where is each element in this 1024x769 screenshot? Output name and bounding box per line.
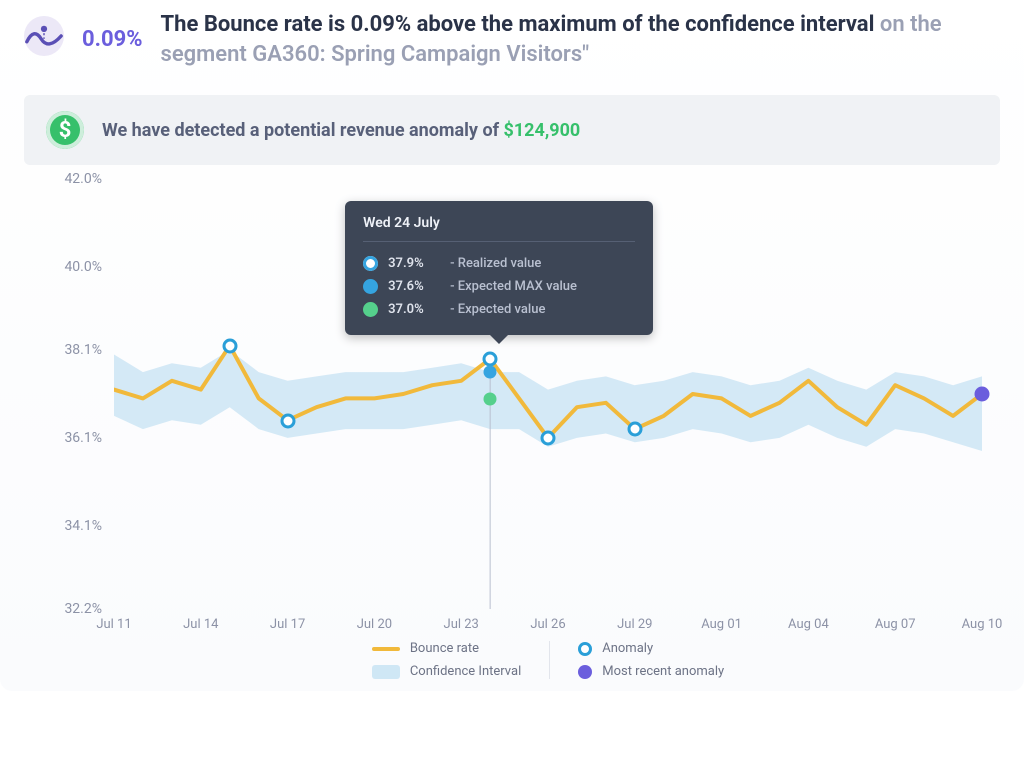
tooltip-value: 37.0% <box>388 302 440 317</box>
x-tick: Jul 23 <box>444 617 479 632</box>
anomaly-card: 0.09% The Bounce rate is 0.09% above the… <box>0 0 1024 691</box>
tooltip-label: - Realized value <box>450 256 541 271</box>
legend: Bounce rate Confidence Interval Anomaly … <box>114 641 982 679</box>
y-tick: 40.0% <box>64 259 102 275</box>
bounce-icon <box>24 16 64 56</box>
alert-prefix: We have detected a potential revenue ano… <box>102 120 504 141</box>
y-axis: 42.0%40.0%38.1%36.1%34.1%32.2% <box>24 179 114 609</box>
x-axis: Jul 11Jul 14Jul 17Jul 20Jul 23Jul 26Jul … <box>114 609 982 639</box>
alert-amount: $124,900 <box>504 120 581 141</box>
y-tick: 36.1% <box>64 430 102 446</box>
recent-anomaly-marker[interactable] <box>975 387 990 402</box>
tooltip-row: 37.6% - Expected MAX value <box>363 275 635 298</box>
headline: The Bounce rate is 0.09% above the maxim… <box>161 10 1000 69</box>
header: 0.09% The Bounce rate is 0.09% above the… <box>24 10 1000 69</box>
plot-area[interactable]: Wed 24 July 37.9% - Realized value 37.6% - E… <box>114 179 982 609</box>
tooltip-row: 37.0% - Expected value <box>363 298 635 321</box>
dollar-icon: $ <box>46 111 84 149</box>
legend-ci-label: Confidence Interval <box>410 664 521 679</box>
y-tick: 32.2% <box>64 601 102 617</box>
tooltip-row: 37.9% - Realized value <box>363 252 635 275</box>
legend-recent: Most recent anomaly <box>578 664 724 679</box>
tooltip-label: - Expected value <box>450 302 545 317</box>
alert-text: We have detected a potential revenue ano… <box>102 120 580 141</box>
legend-bounce-label: Bounce rate <box>410 641 479 656</box>
x-tick: Jul 29 <box>617 617 652 632</box>
tooltip-label: - Expected MAX value <box>450 279 577 294</box>
y-tick: 34.1% <box>64 518 102 534</box>
headline-strong: The Bounce rate is 0.09% above the maxim… <box>161 12 875 37</box>
legend-anomaly: Anomaly <box>578 641 724 656</box>
x-tick: Aug 07 <box>875 617 916 632</box>
x-tick: Jul 14 <box>183 617 218 632</box>
x-tick: Jul 11 <box>96 617 131 632</box>
x-tick: Aug 01 <box>701 617 742 632</box>
expected-marker[interactable] <box>484 392 497 405</box>
tooltip-dot-icon <box>363 279 378 294</box>
tooltip-dot-icon <box>363 302 378 317</box>
tooltip: Wed 24 July 37.9% - Realized value 37.6% - E… <box>345 201 653 335</box>
anomaly-marker[interactable] <box>280 413 295 428</box>
y-tick: 38.1% <box>64 342 102 358</box>
tooltip-title: Wed 24 July <box>363 215 635 242</box>
x-tick: Jul 17 <box>270 617 305 632</box>
legend-ci: Confidence Interval <box>372 664 521 679</box>
chart: 42.0%40.0%38.1%36.1%34.1%32.2% Wed 24 Ju… <box>24 179 1000 679</box>
legend-bounce: Bounce rate <box>372 641 521 656</box>
tooltip-value: 37.6% <box>388 279 440 294</box>
y-tick: 42.0% <box>64 171 102 187</box>
anomaly-marker[interactable] <box>541 431 556 446</box>
x-tick: Aug 04 <box>788 617 829 632</box>
x-tick: Jul 20 <box>357 617 392 632</box>
x-tick: Jul 26 <box>530 617 565 632</box>
tooltip-value: 37.9% <box>388 256 440 271</box>
anomaly-marker[interactable] <box>627 422 642 437</box>
revenue-alert: $ We have detected a potential revenue a… <box>24 95 1000 165</box>
tooltip-dot-icon <box>363 256 378 271</box>
legend-anomaly-label: Anomaly <box>602 641 653 656</box>
anomaly-marker[interactable] <box>222 339 237 354</box>
legend-recent-label: Most recent anomaly <box>602 664 724 679</box>
expected-max-marker[interactable] <box>484 366 497 379</box>
x-tick: Aug 10 <box>962 617 1003 632</box>
change-percent: 0.09% <box>82 27 143 52</box>
anomaly-marker[interactable] <box>483 352 498 367</box>
